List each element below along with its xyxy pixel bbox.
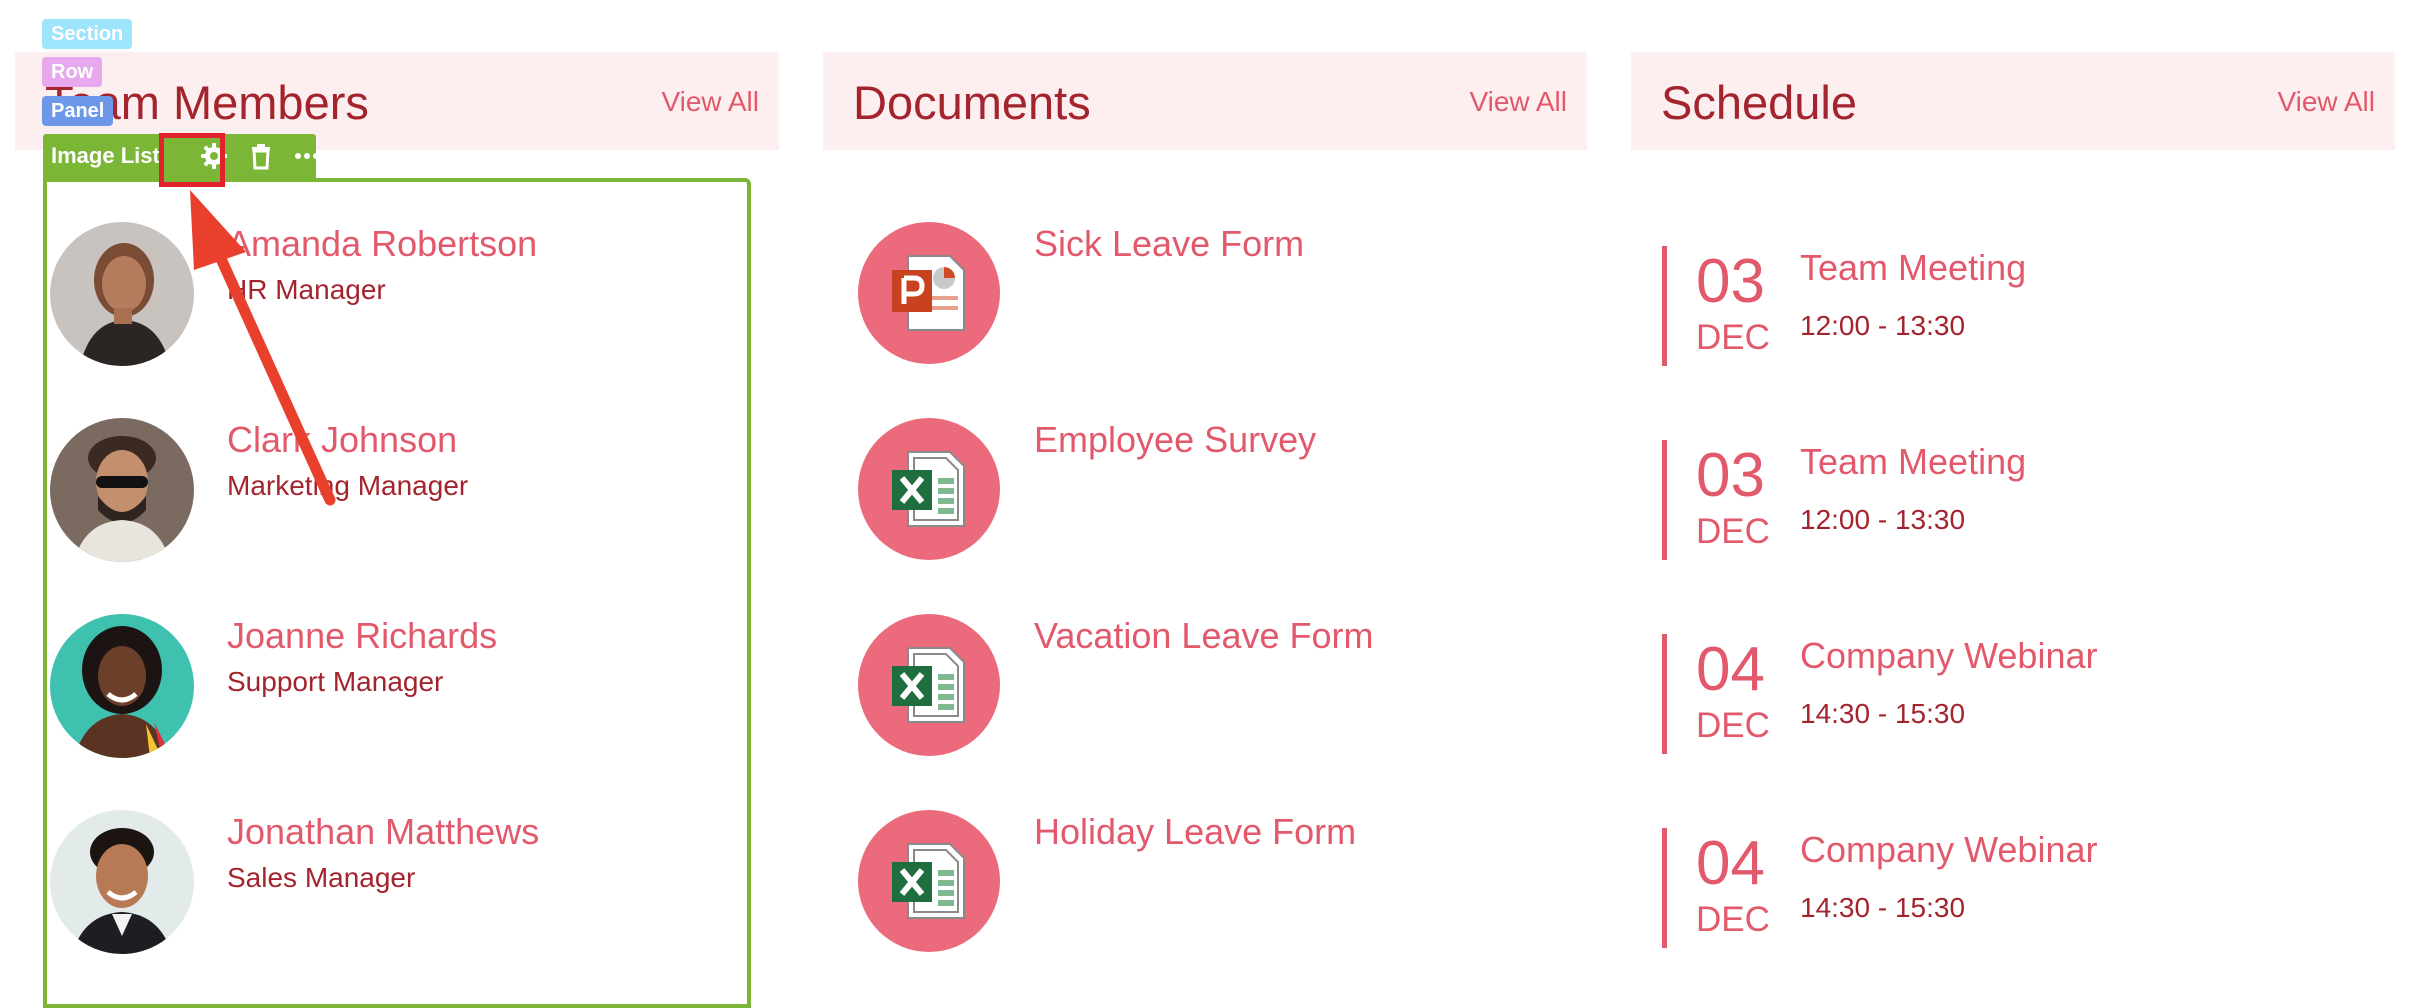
annotation-arrow-icon bbox=[190, 190, 336, 506]
